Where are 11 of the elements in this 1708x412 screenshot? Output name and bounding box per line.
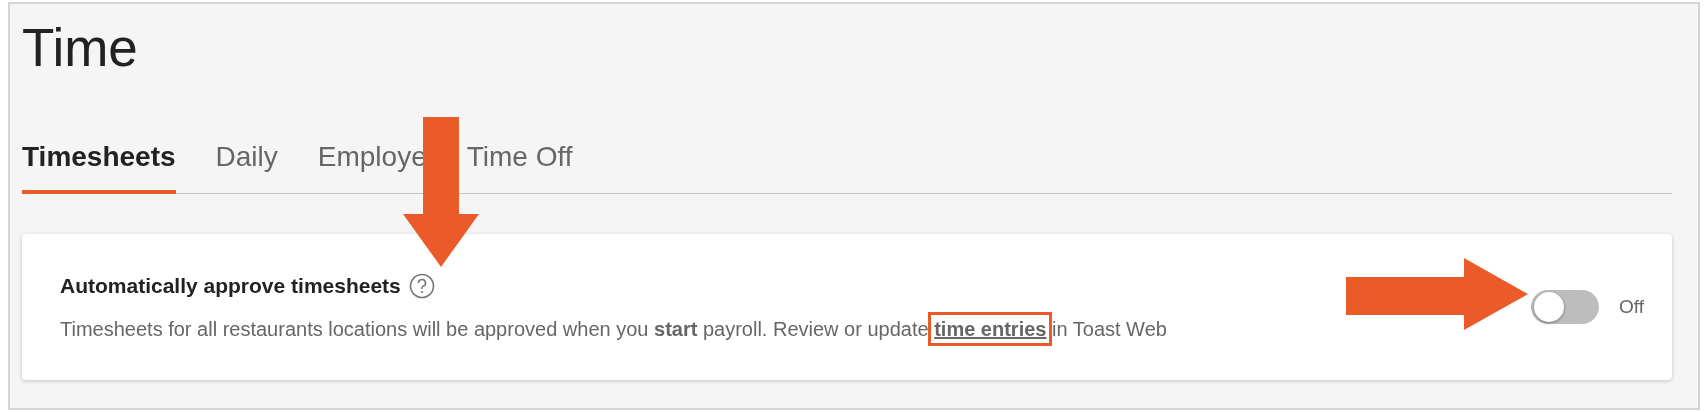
toggle-switch[interactable] bbox=[1531, 290, 1599, 324]
tab[interactable]: Daily bbox=[215, 136, 278, 194]
setting-description: Timesheets for all restaurants locations will be approved when you start payroll. Review or update time entries in Toast Web bbox=[60, 313, 1167, 344]
setting-title: Automatically approve timesheets bbox=[60, 273, 401, 300]
tab[interactable]: Time Off bbox=[466, 136, 573, 194]
tab[interactable]: Employe bbox=[317, 136, 427, 194]
time-entries-link[interactable]: time entries bbox=[934, 317, 1047, 340]
help-icon[interactable] bbox=[408, 273, 435, 299]
tab[interactable]: Timesheets bbox=[22, 136, 176, 194]
page-title: Time bbox=[22, 18, 139, 78]
toggle-state-label: Off bbox=[1619, 294, 1644, 319]
